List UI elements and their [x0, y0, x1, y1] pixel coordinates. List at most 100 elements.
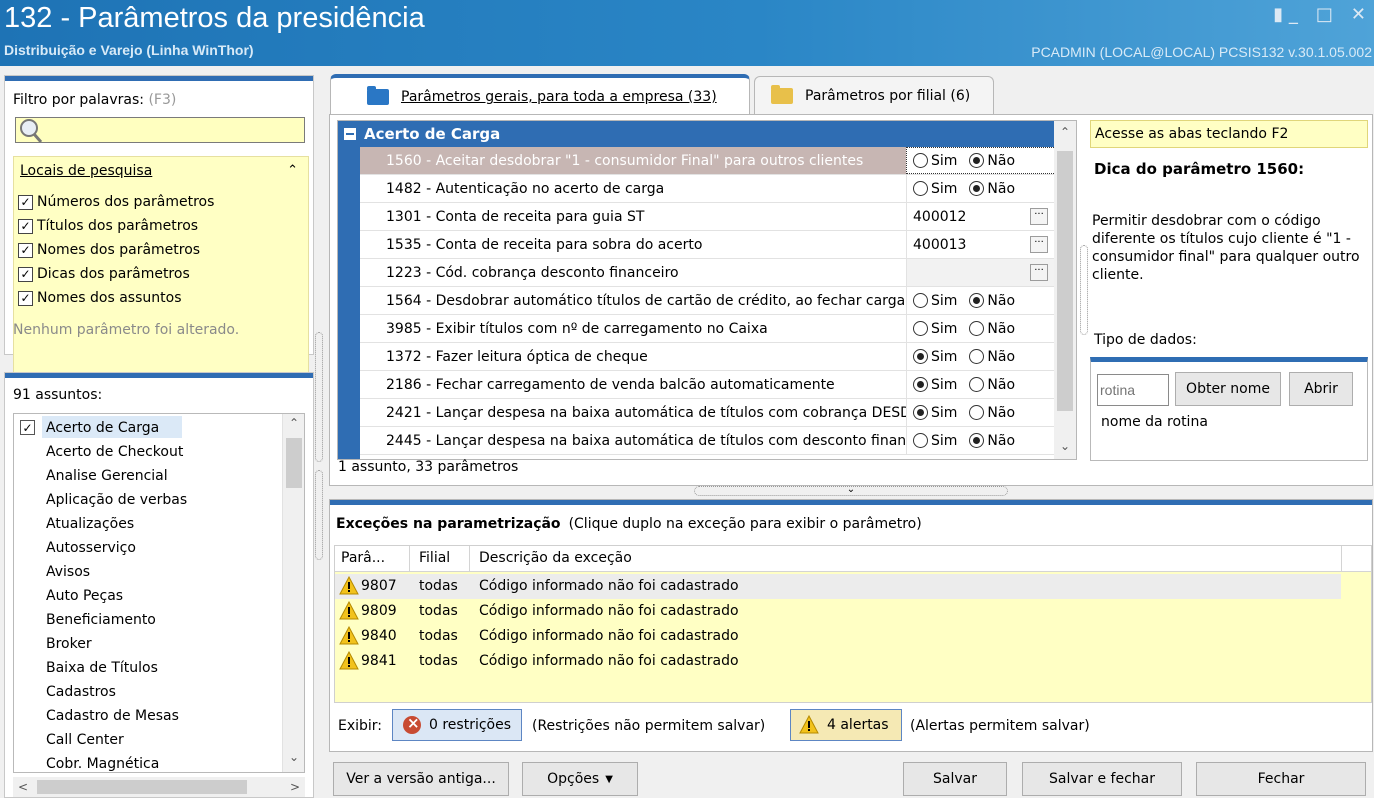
- list-item[interactable]: Cadastros: [46, 680, 116, 704]
- radio-yes[interactable]: Sim: [913, 377, 957, 393]
- scroll-thumb[interactable]: [1057, 151, 1073, 411]
- radio-yes[interactable]: Sim: [913, 349, 957, 365]
- param-value-text[interactable]: 400012 ···: [906, 203, 1056, 230]
- radio-yes[interactable]: Sim: [913, 433, 957, 449]
- param-value-radio[interactable]: Sim Não: [906, 175, 1056, 202]
- list-item[interactable]: Cadastro de Mesas: [46, 704, 179, 728]
- param-value-radio[interactable]: Sim Não: [906, 427, 1056, 454]
- search-input[interactable]: [15, 117, 305, 143]
- scroll-thumb[interactable]: [37, 780, 247, 794]
- table-row[interactable]: 9840 todas Código informado não foi cada…: [335, 624, 1341, 649]
- minimize-icon[interactable]: ▮ _: [1273, 4, 1298, 25]
- radio-no[interactable]: Não: [969, 433, 1015, 449]
- tab-branch-params[interactable]: Parâmetros por filial (6): [754, 76, 994, 114]
- list-item[interactable]: Beneficiamento: [46, 608, 156, 632]
- table-row[interactable]: 1372 - Fazer leitura óptica de cheque Si…: [360, 343, 1056, 371]
- list-item[interactable]: Analise Gerencial: [46, 464, 168, 488]
- param-value-radio[interactable]: Sim Não: [906, 371, 1056, 398]
- column-header[interactable]: Parâ...: [341, 550, 385, 566]
- radio-no[interactable]: Não: [969, 405, 1015, 421]
- radio-yes[interactable]: Sim: [913, 321, 957, 337]
- param-value-radio[interactable]: Sim Não: [906, 287, 1056, 314]
- subjects-horizontal-scrollbar[interactable]: < >: [13, 777, 305, 797]
- table-row[interactable]: 9807 todas Código informado não foi cada…: [335, 574, 1341, 599]
- checkbox-param-names[interactable]: ✓ Nomes dos parâmetros: [18, 239, 200, 261]
- scroll-down-icon[interactable]: ⌄: [283, 750, 304, 770]
- list-item[interactable]: Auto Peças: [46, 584, 123, 608]
- close-button[interactable]: Fechar: [1196, 762, 1366, 796]
- list-item[interactable]: Call Center: [46, 728, 124, 752]
- radio-no[interactable]: Não: [969, 321, 1015, 337]
- maximize-icon[interactable]: □: [1316, 4, 1333, 25]
- radio-no[interactable]: Não: [969, 153, 1015, 169]
- list-item[interactable]: Avisos: [46, 560, 90, 584]
- radio-yes[interactable]: Sim: [913, 293, 957, 309]
- tab-general-params[interactable]: Parâmetros gerais, para toda a empresa (…: [330, 74, 750, 116]
- ellipsis-button[interactable]: ···: [1030, 264, 1048, 281]
- table-row[interactable]: 1564 - Desdobrar automático títulos de c…: [360, 287, 1056, 315]
- list-item[interactable]: Acerto de Carga: [46, 416, 159, 440]
- radio-no[interactable]: Não: [969, 181, 1015, 197]
- list-item[interactable]: Cobr. Magnética: [46, 752, 159, 772]
- checkbox-subject-names[interactable]: ✓ Nomes dos assuntos: [18, 287, 182, 309]
- list-item[interactable]: Baixa de Títulos: [46, 656, 158, 680]
- checkbox-param-numbers[interactable]: ✓ Números dos parâmetros: [18, 191, 214, 213]
- close-icon[interactable]: ✕: [1351, 4, 1366, 25]
- table-row[interactable]: 2186 - Fechar carregamento de venda balc…: [360, 371, 1056, 399]
- exceptions-table[interactable]: Parâ... Filial Descrição da exceção 9807…: [334, 545, 1372, 703]
- vertical-splitter-handle[interactable]: [315, 470, 323, 560]
- scroll-right-icon[interactable]: >: [285, 777, 305, 797]
- param-value-text[interactable]: 400013 ···: [906, 231, 1056, 258]
- checkbox-checked-icon[interactable]: ✓: [20, 420, 35, 435]
- list-item[interactable]: Atualizações: [46, 512, 134, 536]
- subjects-list[interactable]: ✓ Acerto de Carga Acerto de Checkout Ana…: [13, 413, 305, 773]
- table-row[interactable]: 9841 todas Código informado não foi cada…: [335, 649, 1341, 674]
- scroll-thumb[interactable]: [286, 438, 302, 488]
- collapse-minus-icon[interactable]: [344, 128, 356, 140]
- param-value-text[interactable]: ···: [906, 259, 1056, 286]
- scroll-up-icon[interactable]: ⌃: [1054, 125, 1076, 145]
- alerts-toggle[interactable]: 4 alertas: [790, 709, 902, 741]
- param-value-radio[interactable]: Sim Não: [906, 343, 1056, 370]
- group-header[interactable]: Acerto de Carga: [338, 121, 1056, 147]
- checkbox-param-tips[interactable]: ✓ Dicas dos parâmetros: [18, 263, 190, 285]
- list-item[interactable]: Autosserviço: [46, 536, 136, 560]
- radio-yes[interactable]: Sim: [913, 153, 957, 169]
- abrir-button[interactable]: Abrir: [1289, 372, 1353, 406]
- radio-no[interactable]: Não: [969, 349, 1015, 365]
- ellipsis-button[interactable]: ···: [1030, 236, 1048, 253]
- param-value-radio[interactable]: Sim Não: [906, 399, 1056, 426]
- ellipsis-button[interactable]: ···: [1030, 208, 1048, 225]
- table-row[interactable]: 1535 - Conta de receita para sobra do ac…: [360, 231, 1056, 259]
- table-row[interactable]: 3985 - Exibir títulos com nº de carregam…: [360, 315, 1056, 343]
- param-value-radio[interactable]: Sim Não: [906, 147, 1056, 174]
- restrictions-toggle[interactable]: 0 restrições: [392, 709, 522, 741]
- rotina-input[interactable]: [1097, 374, 1169, 406]
- column-header[interactable]: Filial: [419, 550, 450, 566]
- params-grid[interactable]: Acerto de Carga 1560 - Aceitar desdobrar…: [337, 120, 1077, 460]
- table-row[interactable]: 2445 - Lançar despesa na baixa automátic…: [360, 427, 1056, 455]
- list-item[interactable]: Acerto de Checkout: [46, 440, 183, 464]
- old-version-button[interactable]: Ver a versão antiga...: [333, 762, 509, 796]
- checkbox-param-titles[interactable]: ✓ Títulos dos parâmetros: [18, 215, 198, 237]
- subjects-scrollbar[interactable]: ⌃ ⌄: [282, 414, 304, 772]
- table-row[interactable]: 9809 todas Código informado não foi cada…: [335, 599, 1341, 624]
- list-item[interactable]: Broker: [46, 632, 92, 656]
- obter-nome-button[interactable]: Obter nome: [1175, 372, 1281, 406]
- column-header[interactable]: Descrição da exceção: [479, 550, 632, 566]
- radio-no[interactable]: Não: [969, 377, 1015, 393]
- table-row[interactable]: 2421 - Lançar despesa na baixa automátic…: [360, 399, 1056, 427]
- scroll-down-icon[interactable]: ⌄: [1054, 439, 1076, 459]
- scroll-left-icon[interactable]: <: [13, 777, 33, 797]
- save-and-close-button[interactable]: Salvar e fechar: [1022, 762, 1182, 796]
- save-button[interactable]: Salvar: [903, 762, 1007, 796]
- list-item[interactable]: Aplicação de verbas: [46, 488, 187, 512]
- radio-yes[interactable]: Sim: [913, 181, 957, 197]
- param-value-radio[interactable]: Sim Não: [906, 315, 1056, 342]
- options-button[interactable]: Opções ▼: [522, 762, 638, 796]
- grid-scrollbar[interactable]: ⌃ ⌄: [1054, 121, 1076, 459]
- table-row[interactable]: 1301 - Conta de receita para guia ST 400…: [360, 203, 1056, 231]
- table-row[interactable]: 1482 - Autenticação no acerto de carga S…: [360, 175, 1056, 203]
- table-row[interactable]: 1560 - Aceitar desdobrar "1 - consumidor…: [360, 147, 1056, 175]
- collapse-up-icon[interactable]: ⌃: [287, 163, 298, 178]
